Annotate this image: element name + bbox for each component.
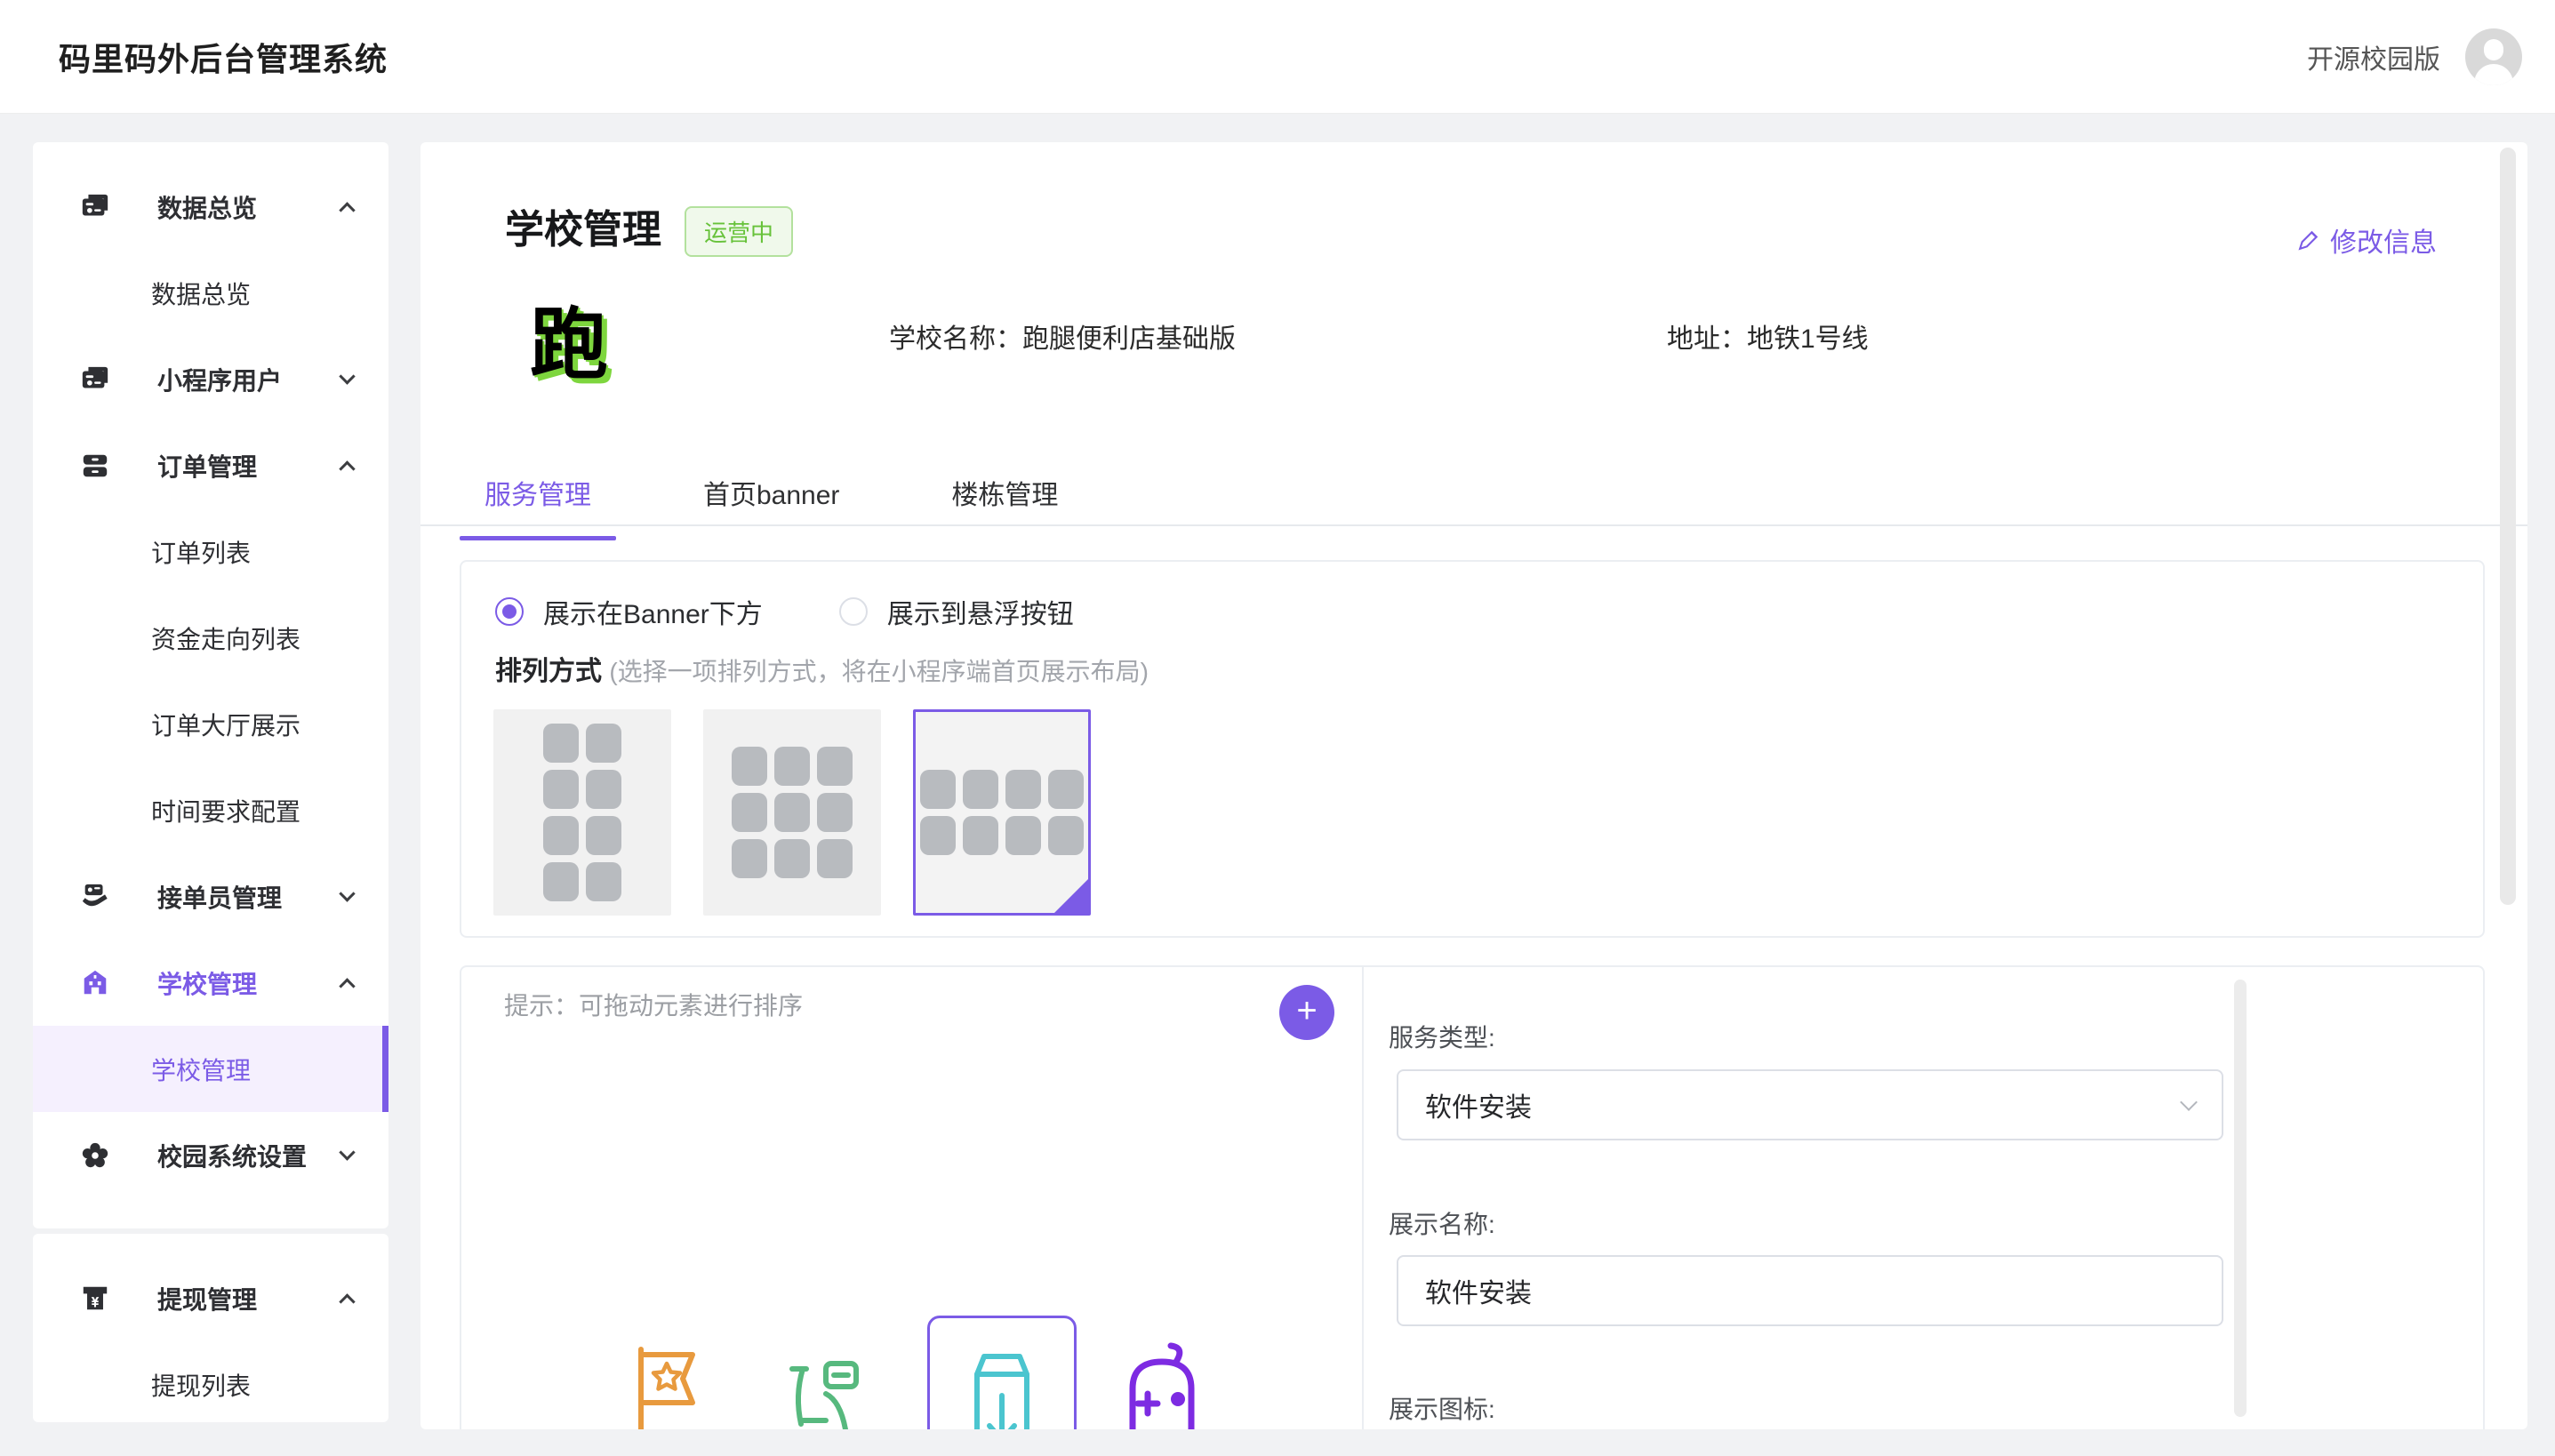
mini-program-users-icon [80,364,110,395]
layout-grid-preview [920,770,1084,855]
radio-show-floating-button[interactable]: 展示到悬浮按钮 [839,592,1074,631]
sidebar-item-withdraw-list[interactable]: 提现列表 [33,1341,388,1422]
game-controller-icon[interactable] [1117,1339,1206,1429]
sidebar-item-school-management[interactable]: 学校管理 [33,1026,388,1112]
service-type-select[interactable]: 软件安装 [1397,1069,2223,1140]
radio-show-below-banner[interactable]: 展示在Banner下方 [495,592,763,631]
service-display-section: 展示在Banner下方 展示到悬浮按钮 排列方式 (选择一项排列方式，将在小程序… [460,560,2485,938]
app-title: 码里码外后台管理系统 [59,34,388,80]
panel-divider [1362,967,1364,1429]
service-type-label: 服务类型: [1389,1019,1495,1054]
display-icon-label: 展示图标: [1389,1390,1495,1426]
chevron-down-icon [339,368,355,384]
sidebar-item-data-overview-child[interactable]: 数据总览 [33,250,388,336]
chevron-up-icon [339,1293,355,1309]
deliverer-management-icon [80,882,110,912]
form-panel-scrollbar[interactable] [2234,980,2247,1417]
service-edit-section: 提示：可拖动元素进行排序 + [460,965,2485,1429]
sidebar-item-school-management-group[interactable]: 学校管理 [33,940,388,1026]
user-avatar-icon[interactable] [2465,28,2522,85]
chevron-down-icon [339,885,355,901]
radio-icon [495,597,524,626]
school-address: 地址：地铁1号线 [1667,316,1869,356]
flag-star-icon[interactable] [621,1339,710,1429]
add-service-button[interactable]: + [1279,985,1334,1040]
drag-hint: 提示：可拖动元素进行排序 [504,987,803,1022]
sidebar-secondary: 提现管理 提现列表 [33,1234,388,1422]
sidebar-item-data-overview[interactable]: 数据总览 [33,164,388,250]
sidebar-item-order-management[interactable]: 订单管理 [33,422,388,508]
top-header: 码里码外后台管理系统 开源校园版 [0,0,2555,114]
data-overview-icon [80,192,110,222]
layout-option-4x2[interactable] [913,709,1091,916]
tab-service-management[interactable]: 服务管理 [460,473,616,540]
chevron-up-icon [339,202,355,218]
display-name-label: 展示名称: [1389,1205,1495,1241]
layout-option-3x3[interactable] [703,709,881,916]
chevron-up-icon [339,460,355,476]
main-scrollbar[interactable] [2500,148,2516,905]
tab-bar: 服务管理 首页banner 楼栋管理 [460,473,1083,540]
sidebar-item-campus-system-settings[interactable]: 校园系统设置 [33,1112,388,1198]
sidebar-item-funds-flow-list[interactable]: 资金走向列表 [33,595,388,681]
page-title: 学校管理 [505,197,661,254]
display-name-input[interactable] [1397,1255,2223,1326]
sidebar-item-order-list[interactable]: 订单列表 [33,508,388,595]
pencil-icon [2296,228,2321,252]
display-position-options: 展示在Banner下方 展示到悬浮按钮 [495,592,1074,631]
delivery-scooter-icon[interactable] [780,1339,869,1429]
layout-grid-preview [732,747,853,878]
status-badge: 运营中 [685,206,793,257]
tab-building-management[interactable]: 楼栋管理 [926,473,1083,540]
sidebar-item-order-hall-display[interactable]: 订单大厅展示 [33,681,388,767]
arrangement-title: 排列方式 (选择一项排列方式，将在小程序端首页展示布局) [495,649,1149,688]
chevron-down-icon [2180,1093,2198,1111]
school-logo: 跑 [523,292,615,384]
layout-grid-preview [543,724,621,901]
sidebar: 数据总览 数据总览 小程序用户 订单管理 [33,142,388,1228]
sidebar-item-deliverer-management[interactable]: 接单员管理 [33,853,388,940]
sidebar-item-mini-program-users[interactable]: 小程序用户 [33,336,388,422]
version-label: 开源校园版 [2307,37,2440,76]
main-content: 修改信息 学校管理 运营中 跑 学校名称：跑腿便利店基础版 地址：地铁1号线 服… [420,142,2527,1429]
sidebar-item-time-requirement-config[interactable]: 时间要求配置 [33,767,388,853]
sidebar-item-withdraw-management[interactable]: 提现管理 [33,1255,388,1341]
chevron-up-icon [339,978,355,994]
school-management-icon [80,968,110,998]
layout-option-2x4[interactable] [493,709,671,916]
edit-info-link[interactable]: 修改信息 [2296,220,2437,260]
tab-divider [420,524,2527,526]
chevron-down-icon [339,1144,355,1160]
tab-home-banner[interactable]: 首页banner [678,473,864,540]
campus-settings-icon [80,1140,110,1171]
order-management-icon [80,451,110,481]
package-download-icon[interactable] [957,1339,1046,1429]
withdraw-management-icon [80,1284,110,1314]
arrangement-options [493,709,1091,916]
radio-icon [839,597,868,626]
school-name: 学校名称：跑腿便利店基础版 [889,316,1236,356]
